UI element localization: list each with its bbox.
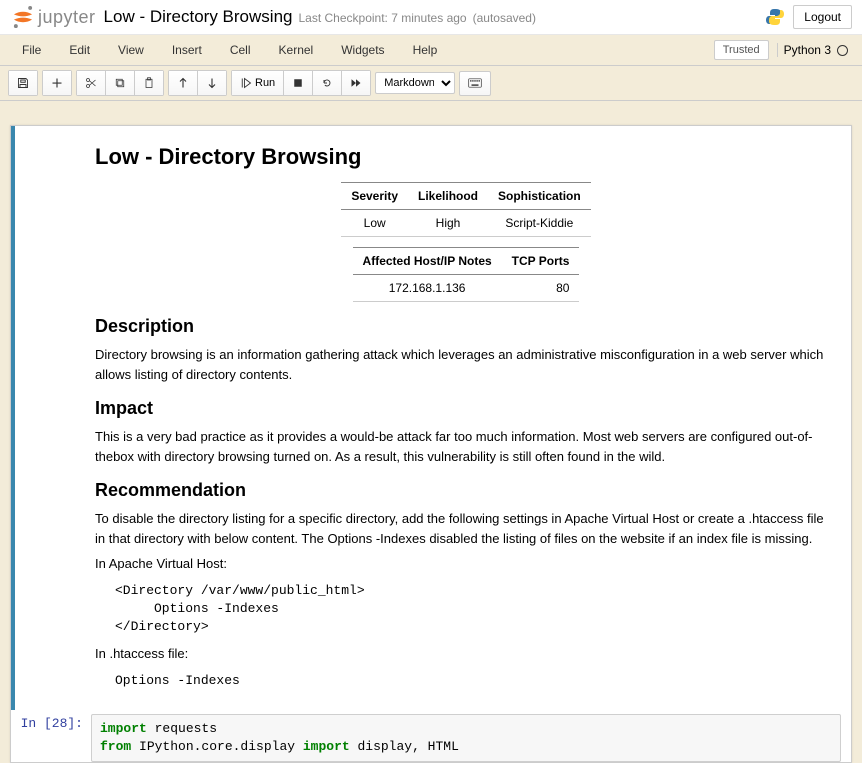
description-heading: Description bbox=[95, 316, 837, 337]
command-palette-button[interactable] bbox=[459, 71, 491, 96]
paste-icon bbox=[143, 77, 155, 89]
python-icon bbox=[765, 7, 785, 27]
recommendation-heading: Recommendation bbox=[95, 480, 837, 501]
restart-icon bbox=[321, 77, 333, 89]
title-area: Low - Directory Browsing Last Checkpoint… bbox=[104, 7, 536, 27]
move-up-button[interactable] bbox=[169, 71, 198, 95]
save-icon bbox=[17, 77, 29, 89]
stop-icon bbox=[292, 77, 304, 89]
cell-type-select[interactable]: Markdown bbox=[375, 72, 455, 94]
checkpoint-status: Last Checkpoint: 7 minutes ago bbox=[298, 11, 466, 25]
menu-file[interactable]: File bbox=[8, 37, 55, 63]
apache-label: In Apache Virtual Host: bbox=[95, 554, 837, 574]
code-cell[interactable]: In [28]: import requestsfrom IPython.cor… bbox=[11, 710, 851, 762]
menu-edit[interactable]: Edit bbox=[55, 37, 104, 63]
copy-icon bbox=[114, 77, 126, 89]
htaccess-code: Options -Indexes bbox=[115, 672, 837, 690]
add-cell-button[interactable] bbox=[43, 71, 71, 95]
severity-table: Severity Likelihood Sophistication Low H… bbox=[341, 182, 590, 237]
recommendation-text: To disable the directory listing for a s… bbox=[95, 509, 837, 548]
restart-button[interactable] bbox=[313, 71, 342, 95]
apache-code: <Directory /var/www/public_html> Options… bbox=[115, 582, 837, 637]
title-heading: Low - Directory Browsing bbox=[95, 144, 837, 170]
htaccess-label: In .htaccess file: bbox=[95, 644, 837, 664]
scissors-icon bbox=[85, 77, 97, 89]
code-prompt: In [28]: bbox=[11, 710, 91, 762]
save-button[interactable] bbox=[9, 71, 37, 95]
description-text: Directory browsing is an information gat… bbox=[95, 345, 837, 384]
jupyter-icon bbox=[10, 4, 36, 30]
impact-text: This is a very bad practice as it provid… bbox=[95, 427, 837, 466]
impact-heading: Impact bbox=[95, 398, 837, 419]
menu-help[interactable]: Help bbox=[399, 37, 452, 63]
kernel-indicator[interactable]: Python 3 bbox=[777, 43, 854, 57]
interrupt-button[interactable] bbox=[284, 71, 313, 95]
menu-insert[interactable]: Insert bbox=[158, 37, 216, 63]
jupyter-brand-text: jupyter bbox=[38, 7, 96, 28]
fast-forward-icon bbox=[350, 77, 362, 89]
toolbar: Run Markdown bbox=[0, 66, 862, 101]
run-icon bbox=[240, 77, 252, 89]
kernel-name: Python 3 bbox=[784, 43, 831, 57]
arrow-up-icon bbox=[177, 77, 189, 89]
menu-cell[interactable]: Cell bbox=[216, 37, 265, 63]
move-down-button[interactable] bbox=[198, 71, 226, 95]
paste-button[interactable] bbox=[135, 71, 163, 95]
cut-button[interactable] bbox=[77, 71, 106, 95]
kernel-status-icon bbox=[837, 45, 848, 56]
restart-run-all-button[interactable] bbox=[342, 71, 370, 95]
autosave-status: (autosaved) bbox=[473, 11, 536, 25]
notebook-name[interactable]: Low - Directory Browsing bbox=[104, 7, 293, 27]
menubar: File Edit View Insert Cell Kernel Widget… bbox=[0, 35, 862, 66]
plus-icon bbox=[51, 77, 63, 89]
menu-view[interactable]: View bbox=[104, 37, 158, 63]
menu-kernel[interactable]: Kernel bbox=[265, 37, 328, 63]
copy-button[interactable] bbox=[106, 71, 135, 95]
run-button[interactable]: Run bbox=[232, 71, 284, 95]
markdown-cell[interactable]: Low - Directory Browsing Severity Likeli… bbox=[11, 126, 851, 710]
trusted-indicator[interactable]: Trusted bbox=[714, 40, 769, 60]
menu-widgets[interactable]: Widgets bbox=[327, 37, 398, 63]
logout-button[interactable]: Logout bbox=[793, 5, 852, 29]
code-input[interactable]: import requestsfrom IPython.core.display… bbox=[91, 714, 841, 762]
arrow-down-icon bbox=[206, 77, 218, 89]
host-table: Affected Host/IP Notes TCP Ports 172.168… bbox=[353, 247, 580, 302]
notebook-header: jupyter Low - Directory Browsing Last Ch… bbox=[0, 0, 862, 35]
keyboard-icon bbox=[468, 78, 482, 88]
jupyter-logo[interactable]: jupyter bbox=[10, 4, 96, 30]
notebook-container: Low - Directory Browsing Severity Likeli… bbox=[10, 125, 852, 763]
